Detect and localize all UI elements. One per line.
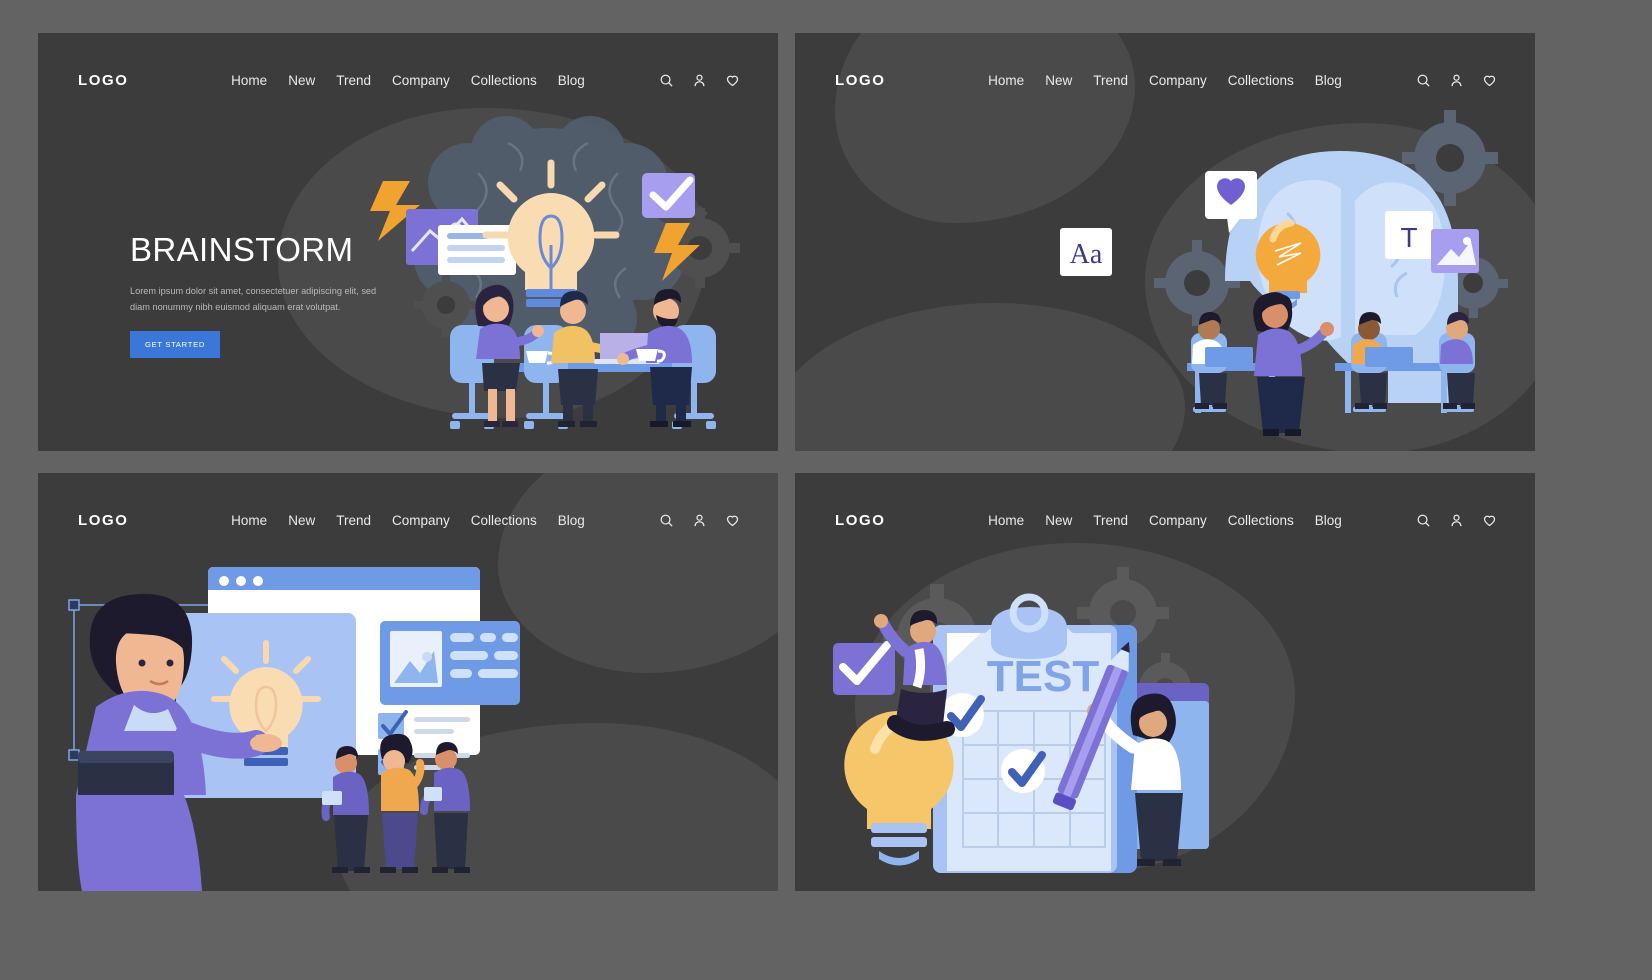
nav-link-collections[interactable]: Collections [471,73,537,88]
nav-links: Home New Trend Company Collections Blog [231,513,585,528]
navbar-design-thinking: LOGO Home New Trend Company Collections … [795,33,1535,128]
nav-link-collections[interactable]: Collections [1228,73,1294,88]
page-title: BRAINSTORM [130,231,354,268]
person-small-3 [420,742,470,873]
nav-links: Home New Trend Company Collections Blog [988,513,1342,528]
heart-icon[interactable] [1482,73,1497,88]
nav-link-home[interactable]: Home [231,513,267,528]
nav-link-home[interactable]: Home [988,73,1024,88]
nav-links: Home New Trend Company Collections Blog [988,73,1342,88]
panel-testing: LOGO Home New Trend Company Collections … [795,473,1535,891]
user-icon[interactable] [1449,513,1464,528]
nav-link-new[interactable]: New [288,73,315,88]
check-card [833,641,895,695]
clipboard-title: TEST [987,652,1100,701]
nav-link-home[interactable]: Home [231,73,267,88]
search-icon[interactable] [1416,73,1431,88]
landing-page-set: LOGO Home New Trend Company Collections … [0,0,1652,980]
nav-icons [1416,73,1497,88]
hero-body: Lorem ipsum dolor sit amet, consectetuer… [130,286,377,313]
nav-link-company[interactable]: Company [1149,73,1207,88]
clipboard: TEST [933,593,1137,873]
nav-link-new[interactable]: New [1045,73,1072,88]
tile-image [1431,229,1479,273]
user-icon[interactable] [1449,73,1464,88]
nav-link-company[interactable]: Company [392,513,450,528]
search-icon[interactable] [659,513,674,528]
panel-design-thinking: LOGO Home New Trend Company Collections … [795,33,1535,451]
nav-link-blog[interactable]: Blog [1315,73,1342,88]
user-icon[interactable] [692,73,707,88]
tile-t: T [1385,211,1433,259]
nav-link-blog[interactable]: Blog [558,73,585,88]
panel-ideation: LOGO Home New Trend Company Collections … [38,473,778,891]
navbar-testing: LOGO Home New Trend Company Collections … [795,473,1535,568]
nav-links: Home New Trend Company Collections Blog [231,73,585,88]
nav-link-trend[interactable]: Trend [336,73,371,88]
nav-link-collections[interactable]: Collections [1228,513,1294,528]
panel-brainstorm: LOGO Home New Trend Company Collections … [38,33,778,451]
user-icon[interactable] [692,513,707,528]
check-mark [1001,749,1046,793]
svg-text:Aa: Aa [1070,239,1103,270]
navbar-ideation: LOGO Home New Trend Company Collections … [38,473,778,568]
get-started-button[interactable]: GET STARTED [130,331,221,359]
nav-icons [1416,513,1497,528]
nav-link-trend[interactable]: Trend [1093,73,1128,88]
heart-icon[interactable] [1482,513,1497,528]
nav-link-new[interactable]: New [1045,513,1072,528]
logo[interactable]: LOGO [835,512,886,529]
nav-link-new[interactable]: New [288,513,315,528]
nav-link-blog[interactable]: Blog [558,513,585,528]
logo[interactable]: LOGO [835,72,886,89]
nav-icons [659,513,740,528]
search-icon[interactable] [659,73,674,88]
nav-link-blog[interactable]: Blog [1315,513,1342,528]
logo[interactable]: LOGO [78,72,129,89]
heart-icon[interactable] [725,513,740,528]
nav-link-trend[interactable]: Trend [1093,513,1128,528]
logo[interactable]: LOGO [78,512,129,529]
hero-brainstorm: BRAINSTORM Lorem ipsum dolor sit amet, c… [130,229,390,359]
laptop [1365,347,1413,367]
search-icon[interactable] [1416,513,1431,528]
laptop [1205,347,1253,367]
navbar-brainstorm: LOGO Home New Trend Company Collections … [38,33,778,128]
nav-link-home[interactable]: Home [988,513,1024,528]
nav-link-collections[interactable]: Collections [471,513,537,528]
nav-icons [659,73,740,88]
nav-link-trend[interactable]: Trend [336,513,371,528]
check-card [642,173,695,218]
nav-link-company[interactable]: Company [1149,513,1207,528]
person-seated-1 [1192,312,1253,409]
tile-aa: Aa [1060,228,1112,276]
heart-icon[interactable] [725,73,740,88]
nav-link-company[interactable]: Company [392,73,450,88]
svg-text:T: T [1400,222,1417,253]
